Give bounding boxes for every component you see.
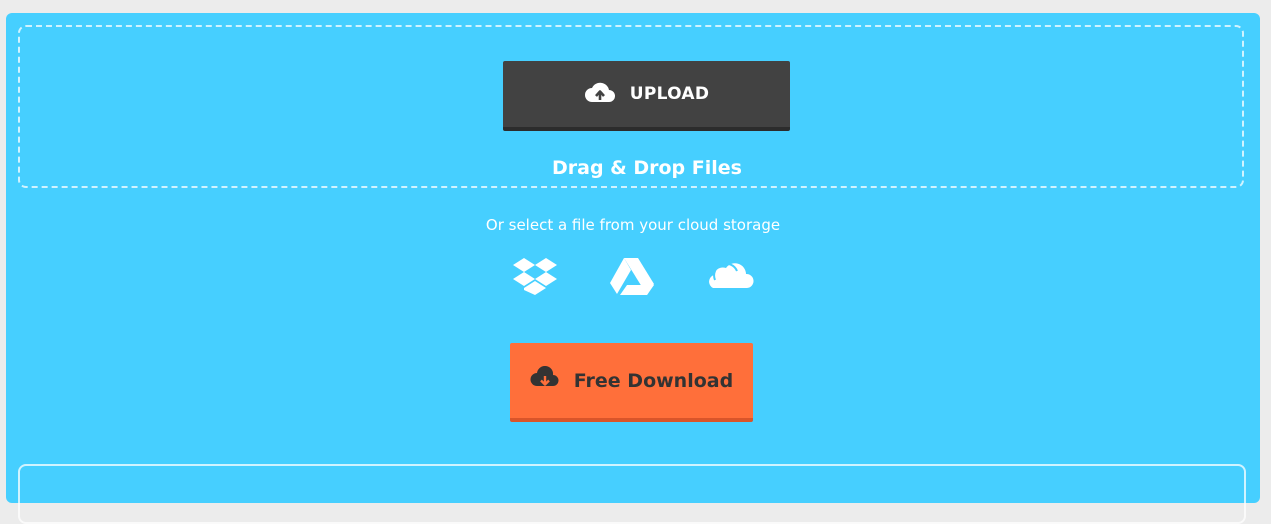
cloud-upload-icon: [584, 80, 616, 109]
cloud-download-icon: [530, 365, 560, 395]
upload-label: UPLOAD: [629, 84, 710, 104]
drag-drop-text: Drag & Drop Files: [552, 157, 742, 179]
drop-zone[interactable]: UPLOAD Drag & Drop Files: [18, 25, 1244, 188]
dropbox-icon[interactable]: [511, 256, 559, 304]
results-box: [18, 464, 1246, 524]
google-drive-icon[interactable]: [608, 256, 656, 300]
download-label: Free Download: [573, 369, 734, 392]
upload-panel: UPLOAD Drag & Drop Files Or select a fil…: [6, 13, 1260, 524]
cloud-storage-prompt: Or select a file from your cloud storage: [485, 216, 781, 234]
cloud-provider-list: [506, 256, 766, 300]
free-download-button[interactable]: Free Download: [510, 343, 753, 422]
onedrive-icon[interactable]: [705, 256, 755, 300]
upload-button[interactable]: UPLOAD: [503, 61, 790, 131]
